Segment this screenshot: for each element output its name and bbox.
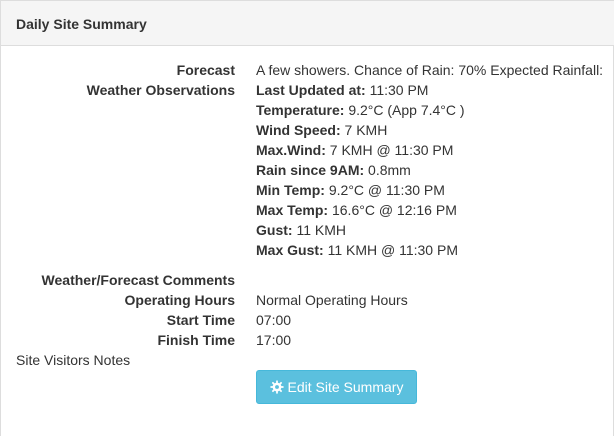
- finish-time-value: 17:00: [256, 332, 292, 348]
- finish-time-row: Finish Time 17:00: [1, 330, 614, 350]
- edit-site-summary-button[interactable]: Edit Site Summary: [256, 370, 417, 404]
- start-time-label: Start Time: [166, 312, 235, 328]
- start-time-row: Start Time 07:00: [1, 310, 614, 330]
- observation-value: 11 KMH @ 11:30 PM: [323, 242, 458, 258]
- observation-item: Wind Speed: 7 KMH: [256, 120, 387, 140]
- observation-key: Temperature:: [256, 102, 345, 118]
- operating-hours-row: Operating Hours Normal Operating Hours: [1, 290, 614, 310]
- edit-site-summary-label: Edit Site Summary: [287, 379, 404, 395]
- comments-label: Weather/Forecast Comments: [41, 272, 235, 288]
- finish-time-label: Finish Time: [157, 332, 235, 348]
- observation-item: Max Gust: 11 KMH @ 11:30 PM: [256, 240, 458, 260]
- observation-item: Min Temp: 9.2°C @ 11:30 PM: [256, 180, 445, 200]
- operating-hours-label: Operating Hours: [124, 292, 235, 308]
- observation-item: Last Updated at: 11:30 PM: [256, 80, 428, 100]
- observation-key: Wind Speed:: [256, 122, 341, 138]
- forecast-label: Forecast: [176, 62, 235, 78]
- weather-observations-label: Weather Observations: [86, 82, 235, 98]
- observation-value: 11 KMH: [292, 222, 346, 238]
- observation-value: 16.6°C @ 12:16 PM: [328, 202, 457, 218]
- observation-item: Max.Wind: 7 KMH @ 11:30 PM: [256, 140, 453, 160]
- observation-key: Min Temp:: [256, 182, 325, 198]
- observation-value: 11:30 PM: [365, 82, 429, 98]
- observation-key: Last Updated at:: [256, 82, 366, 98]
- forecast-value: A few showers. Chance of Rain: 70% Expec…: [256, 62, 604, 78]
- start-time-value: 07:00: [256, 312, 292, 328]
- observation-key: Max.Wind:: [256, 142, 326, 158]
- observation-item: Rain since 9AM: 0.8mm: [256, 160, 411, 180]
- forecast-row: Forecast A few showers. Chance of Rain: …: [1, 60, 614, 80]
- site-summary-panel: Daily Site Summary Forecast A few shower…: [0, 0, 614, 436]
- observation-value: 7 KMH @ 11:30 PM: [325, 142, 454, 158]
- observation-value: 9.2°C (App 7.4°C ): [344, 102, 465, 118]
- observation-item: Gust: 11 KMH: [256, 220, 346, 240]
- cog-icon: [269, 380, 284, 394]
- observation-value: 7 KMH: [340, 122, 388, 138]
- observation-key: Gust:: [256, 222, 293, 238]
- operating-hours-value: Normal Operating Hours: [256, 292, 408, 308]
- observation-key: Rain since 9AM:: [256, 162, 365, 178]
- observation-key: Max Gust:: [256, 242, 324, 258]
- panel-heading: Daily Site Summary: [1, 0, 614, 46]
- site-visitors-notes-label: Site Visitors Notes: [16, 352, 131, 368]
- observation-value: 9.2°C @ 11:30 PM: [324, 182, 445, 198]
- panel-title: Daily Site Summary: [16, 16, 147, 32]
- observation-item: Max Temp: 16.6°C @ 12:16 PM: [256, 200, 457, 220]
- observation-item: Temperature: 9.2°C (App 7.4°C ): [256, 100, 465, 120]
- comments-row: Weather/Forecast Comments: [1, 270, 614, 290]
- observation-key: Max Temp:: [256, 202, 329, 218]
- observation-value: 0.8mm: [364, 162, 411, 178]
